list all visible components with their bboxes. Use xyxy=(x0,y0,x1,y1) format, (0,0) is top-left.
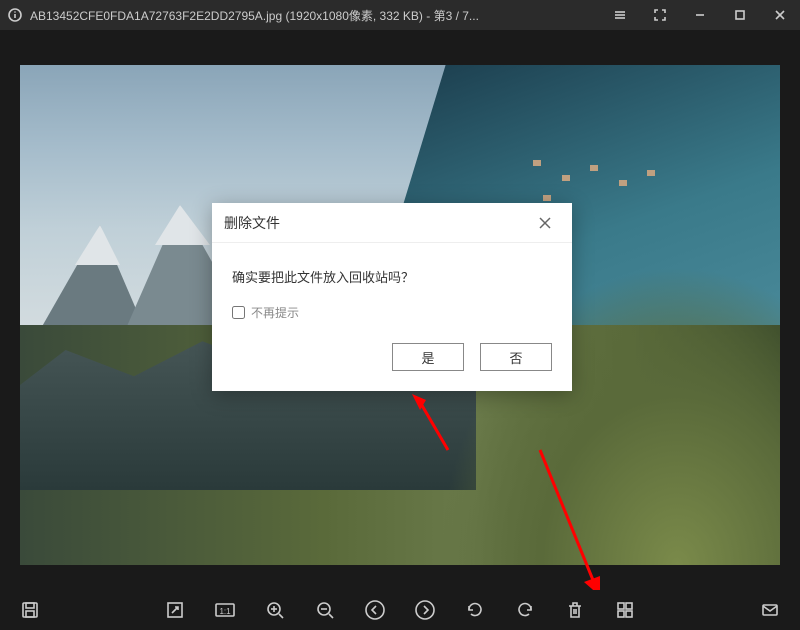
dont-ask-checkbox[interactable]: 不再提示 xyxy=(232,304,552,321)
dialog-footer: 是 否 xyxy=(212,333,572,391)
dialog-message: 确实要把此文件放入回收站吗？ xyxy=(232,267,552,286)
close-button[interactable] xyxy=(760,0,800,30)
info-icon xyxy=(0,8,30,22)
dialog-title: 删除文件 xyxy=(224,213,530,233)
zoom-in-button[interactable] xyxy=(263,598,287,622)
dont-ask-checkbox-input[interactable] xyxy=(232,306,245,319)
grid-button[interactable] xyxy=(613,598,637,622)
next-button[interactable] xyxy=(413,598,437,622)
zoom-out-button[interactable] xyxy=(313,598,337,622)
maximize-button[interactable] xyxy=(720,0,760,30)
titlebar: AB13452CFE0FDA1A72763F2E2DD2795A.jpg (19… xyxy=(0,0,800,30)
rotate-cw-button[interactable] xyxy=(513,598,537,622)
fullscreen-button[interactable] xyxy=(640,0,680,30)
delete-dialog: 删除文件 确实要把此文件放入回收站吗？ 不再提示 是 否 xyxy=(212,203,572,391)
prev-button[interactable] xyxy=(363,598,387,622)
window-title: AB13452CFE0FDA1A72763F2E2DD2795A.jpg (19… xyxy=(30,7,600,24)
dialog-close-button[interactable] xyxy=(530,208,560,238)
svg-text:1:1: 1:1 xyxy=(219,607,231,616)
menu-button[interactable] xyxy=(600,0,640,30)
save-button[interactable] xyxy=(18,598,42,622)
mail-button[interactable] xyxy=(758,598,782,622)
toolbar: 1:1 xyxy=(0,590,800,630)
dialog-header: 删除文件 xyxy=(212,203,572,243)
actual-size-button[interactable]: 1:1 xyxy=(213,598,237,622)
no-button[interactable]: 否 xyxy=(480,343,552,371)
yes-button[interactable]: 是 xyxy=(392,343,464,371)
rotate-ccw-button[interactable] xyxy=(463,598,487,622)
dont-ask-label: 不再提示 xyxy=(251,304,299,321)
dialog-body: 确实要把此文件放入回收站吗？ 不再提示 xyxy=(212,243,572,333)
delete-button[interactable] xyxy=(563,598,587,622)
minimize-button[interactable] xyxy=(680,0,720,30)
fullscreen-tool-button[interactable] xyxy=(163,598,187,622)
window-controls xyxy=(600,0,800,30)
